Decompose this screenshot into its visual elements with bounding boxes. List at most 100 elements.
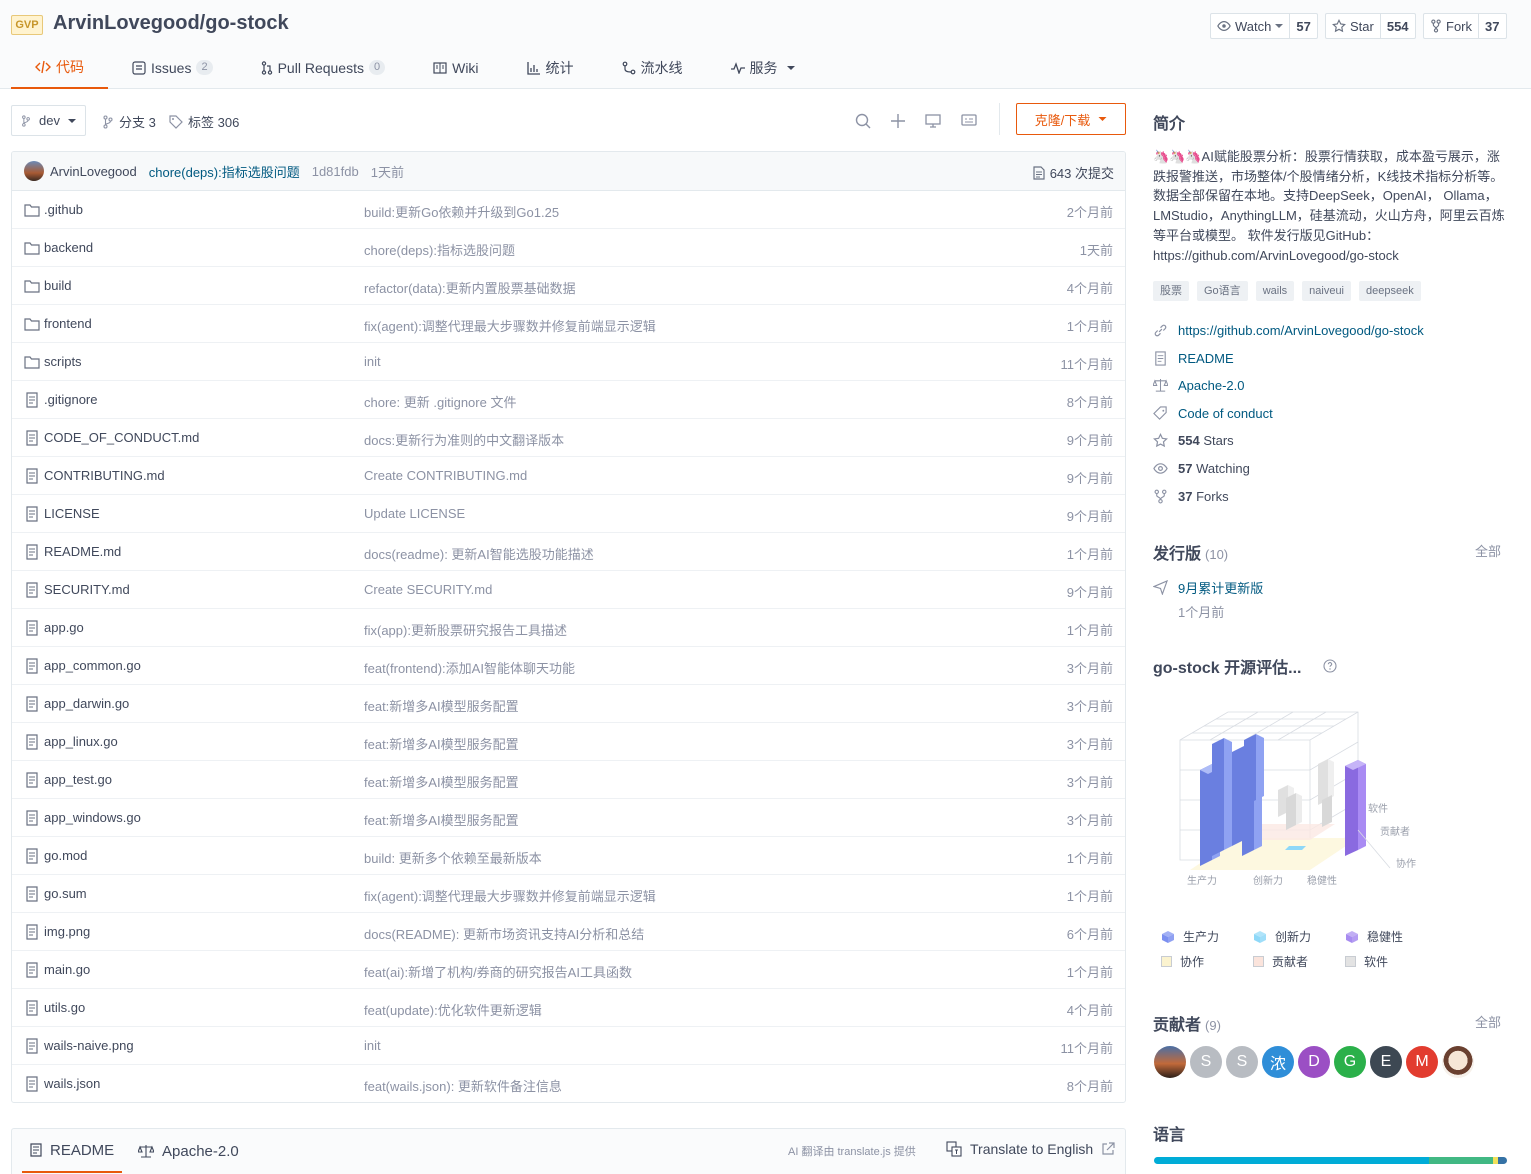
file-row[interactable]: wails.json feat(wails.json): 更新软件备注信息 8个月前	[12, 1065, 1125, 1102]
file-commit-message[interactable]: Create CONTRIBUTING.md	[364, 468, 527, 483]
topic-tag[interactable]: deepseek	[1359, 281, 1421, 301]
branch-select[interactable]: dev	[11, 105, 86, 136]
file-name[interactable]: go.mod	[44, 848, 87, 863]
homepage-link[interactable]: https://github.com/ArvinLovegood/go-stoc…	[1153, 323, 1424, 338]
file-row[interactable]: build refactor(data):更新内置股票基础数据 4个月前	[12, 267, 1125, 305]
file-name[interactable]: wails-naive.png	[44, 1038, 134, 1053]
monitor-icon[interactable]	[924, 112, 942, 130]
file-commit-message[interactable]: feat(wails.json): 更新软件备注信息	[364, 1076, 562, 1095]
file-row[interactable]: README.md docs(readme): 更新AI智能选股功能描述 1个月前	[12, 533, 1125, 571]
contributor-avatar[interactable]: S	[1190, 1046, 1222, 1078]
tab-license[interactable]: Apache-2.0	[138, 1129, 239, 1173]
file-commit-message[interactable]: feat(update):优化软件更新逻辑	[364, 1000, 542, 1019]
file-row[interactable]: LICENSE Update LICENSE 9个月前	[12, 495, 1125, 533]
tab-readme[interactable]: README	[22, 1129, 123, 1173]
release-item[interactable]: 9月累计更新版	[1153, 578, 1263, 597]
legend-item[interactable]: 协作	[1161, 953, 1253, 970]
file-name[interactable]: app.go	[44, 620, 84, 635]
comment-icon[interactable]	[960, 112, 978, 130]
file-name[interactable]: .github	[44, 202, 83, 217]
tab-pipeline[interactable]: 流水线	[598, 46, 707, 89]
file-commit-message[interactable]: fix(agent):调整代理最大步骤数并修复前端显示逻辑	[364, 886, 656, 905]
commit-author[interactable]: ArvinLovegood	[50, 164, 137, 179]
topic-tag[interactable]: wails	[1255, 281, 1295, 301]
file-row[interactable]: app_common.go feat(frontend):添加AI智能体聊天功能 3…	[12, 647, 1125, 685]
legend-item[interactable]: 软件	[1345, 953, 1437, 970]
file-name[interactable]: app_darwin.go	[44, 696, 129, 711]
plus-icon[interactable]	[889, 112, 907, 130]
avatar[interactable]	[24, 161, 44, 181]
file-commit-message[interactable]: build:更新Go依赖并升级到Go1.25	[364, 202, 559, 221]
language-bar[interactable]	[1154, 1157, 1507, 1164]
file-commit-message[interactable]: feat:新增多AI模型服务配置	[364, 772, 519, 791]
file-row[interactable]: app_test.go feat:新增多AI模型服务配置 3个月前	[12, 761, 1125, 799]
contributor-avatar[interactable]	[1442, 1046, 1474, 1078]
file-commit-message[interactable]: init	[364, 354, 381, 369]
file-name[interactable]: build	[44, 278, 71, 293]
file-name[interactable]: img.png	[44, 924, 90, 939]
star-count[interactable]: 554	[1381, 19, 1415, 34]
legend-item[interactable]: 生产力	[1161, 928, 1253, 945]
file-name[interactable]: wails.json	[44, 1076, 100, 1091]
file-row[interactable]: .gitignore chore: 更新 .gitignore 文件 8个月前	[12, 381, 1125, 419]
stars-stat[interactable]: 554 Stars	[1153, 433, 1234, 448]
branches-link[interactable]: 分支 3	[102, 112, 156, 131]
file-name[interactable]: app_test.go	[44, 772, 112, 787]
file-row[interactable]: backend chore(deps):指标选股问题 1天前	[12, 229, 1125, 267]
file-name[interactable]: main.go	[44, 962, 90, 977]
file-name[interactable]: backend	[44, 240, 93, 255]
commit-hash[interactable]: 1d81fdb	[312, 164, 359, 179]
file-row[interactable]: CODE_OF_CONDUCT.md docs:更新行为准则的中文翻译版本 9个月前	[12, 419, 1125, 457]
star-button[interactable]: Star 554	[1325, 13, 1416, 39]
legend-item[interactable]: 稳健性	[1345, 928, 1437, 945]
file-commit-message[interactable]: feat(ai):新增了机构/券商的研究报告AI工具函数	[364, 962, 632, 981]
fork-button[interactable]: Fork 37	[1423, 13, 1507, 39]
conduct-link[interactable]: Code of conduct	[1153, 406, 1273, 421]
file-name[interactable]: go.sum	[44, 886, 87, 901]
readme-link[interactable]: README	[1153, 351, 1234, 366]
translate-button[interactable]: Translate to English	[946, 1141, 1115, 1157]
contributor-avatar[interactable]: G	[1334, 1046, 1366, 1078]
topic-tag[interactable]: 股票	[1153, 281, 1189, 301]
language-segment[interactable]	[1429, 1157, 1493, 1164]
contributor-avatar[interactable]: D	[1298, 1046, 1330, 1078]
language-segment[interactable]	[1498, 1157, 1507, 1164]
topic-tag[interactable]: Go语言	[1197, 281, 1248, 301]
file-commit-message[interactable]: docs:更新行为准则的中文翻译版本	[364, 430, 564, 449]
contributor-avatar[interactable]: S	[1226, 1046, 1258, 1078]
search-icon[interactable]	[854, 112, 872, 130]
file-commit-message[interactable]: feat(frontend):添加AI智能体聊天功能	[364, 658, 575, 677]
help-icon[interactable]	[1323, 659, 1338, 673]
commit-message[interactable]: chore(deps):指标选股问题	[149, 162, 300, 181]
file-row[interactable]: wails-naive.png init 11个月前	[12, 1027, 1125, 1065]
file-commit-message[interactable]: refactor(data):更新内置股票基础数据	[364, 278, 576, 297]
file-commit-message[interactable]: feat:新增多AI模型服务配置	[364, 810, 519, 829]
clone-download-button[interactable]: 克隆/下载	[1016, 103, 1126, 135]
file-row[interactable]: frontend fix(agent):调整代理最大步骤数并修复前端显示逻辑 1个月…	[12, 305, 1125, 343]
watch-button[interactable]: Watch 57	[1210, 13, 1318, 39]
license-link[interactable]: Apache-2.0	[1153, 378, 1245, 393]
watching-stat[interactable]: 57 Watching	[1153, 461, 1250, 476]
file-row[interactable]: app_linux.go feat:新增多AI模型服务配置 3个月前	[12, 723, 1125, 761]
file-commit-message[interactable]: feat:新增多AI模型服务配置	[364, 696, 519, 715]
tab-wiki[interactable]: Wiki	[409, 46, 502, 89]
tab-issues[interactable]: Issues 2	[108, 46, 237, 89]
file-name[interactable]: app_windows.go	[44, 810, 141, 825]
file-commit-message[interactable]: init	[364, 1038, 381, 1053]
forks-stat[interactable]: 37 Forks	[1153, 489, 1229, 504]
file-row[interactable]: app_darwin.go feat:新增多AI模型服务配置 3个月前	[12, 685, 1125, 723]
file-commit-message[interactable]: chore(deps):指标选股问题	[364, 240, 515, 259]
file-name[interactable]: README.md	[44, 544, 121, 559]
file-commit-message[interactable]: fix(agent):调整代理最大步骤数并修复前端显示逻辑	[364, 316, 656, 335]
file-row[interactable]: app.go fix(app):更新股票研究报告工具描述 1个月前	[12, 609, 1125, 647]
file-name[interactable]: app_linux.go	[44, 734, 118, 749]
file-row[interactable]: .github build:更新Go依赖并升级到Go1.25 2个月前	[12, 191, 1125, 229]
tab-code[interactable]: 代码	[11, 46, 108, 89]
file-name[interactable]: LICENSE	[44, 506, 100, 521]
file-commit-message[interactable]: chore: 更新 .gitignore 文件	[364, 392, 516, 411]
file-name[interactable]: app_common.go	[44, 658, 141, 673]
file-row[interactable]: CONTRIBUTING.md Create CONTRIBUTING.md 9个月…	[12, 457, 1125, 495]
contributor-avatar[interactable]: 浓	[1262, 1046, 1294, 1078]
file-row[interactable]: main.go feat(ai):新增了机构/券商的研究报告AI工具函数 1个月前	[12, 951, 1125, 989]
legend-item[interactable]: 创新力	[1253, 928, 1345, 945]
